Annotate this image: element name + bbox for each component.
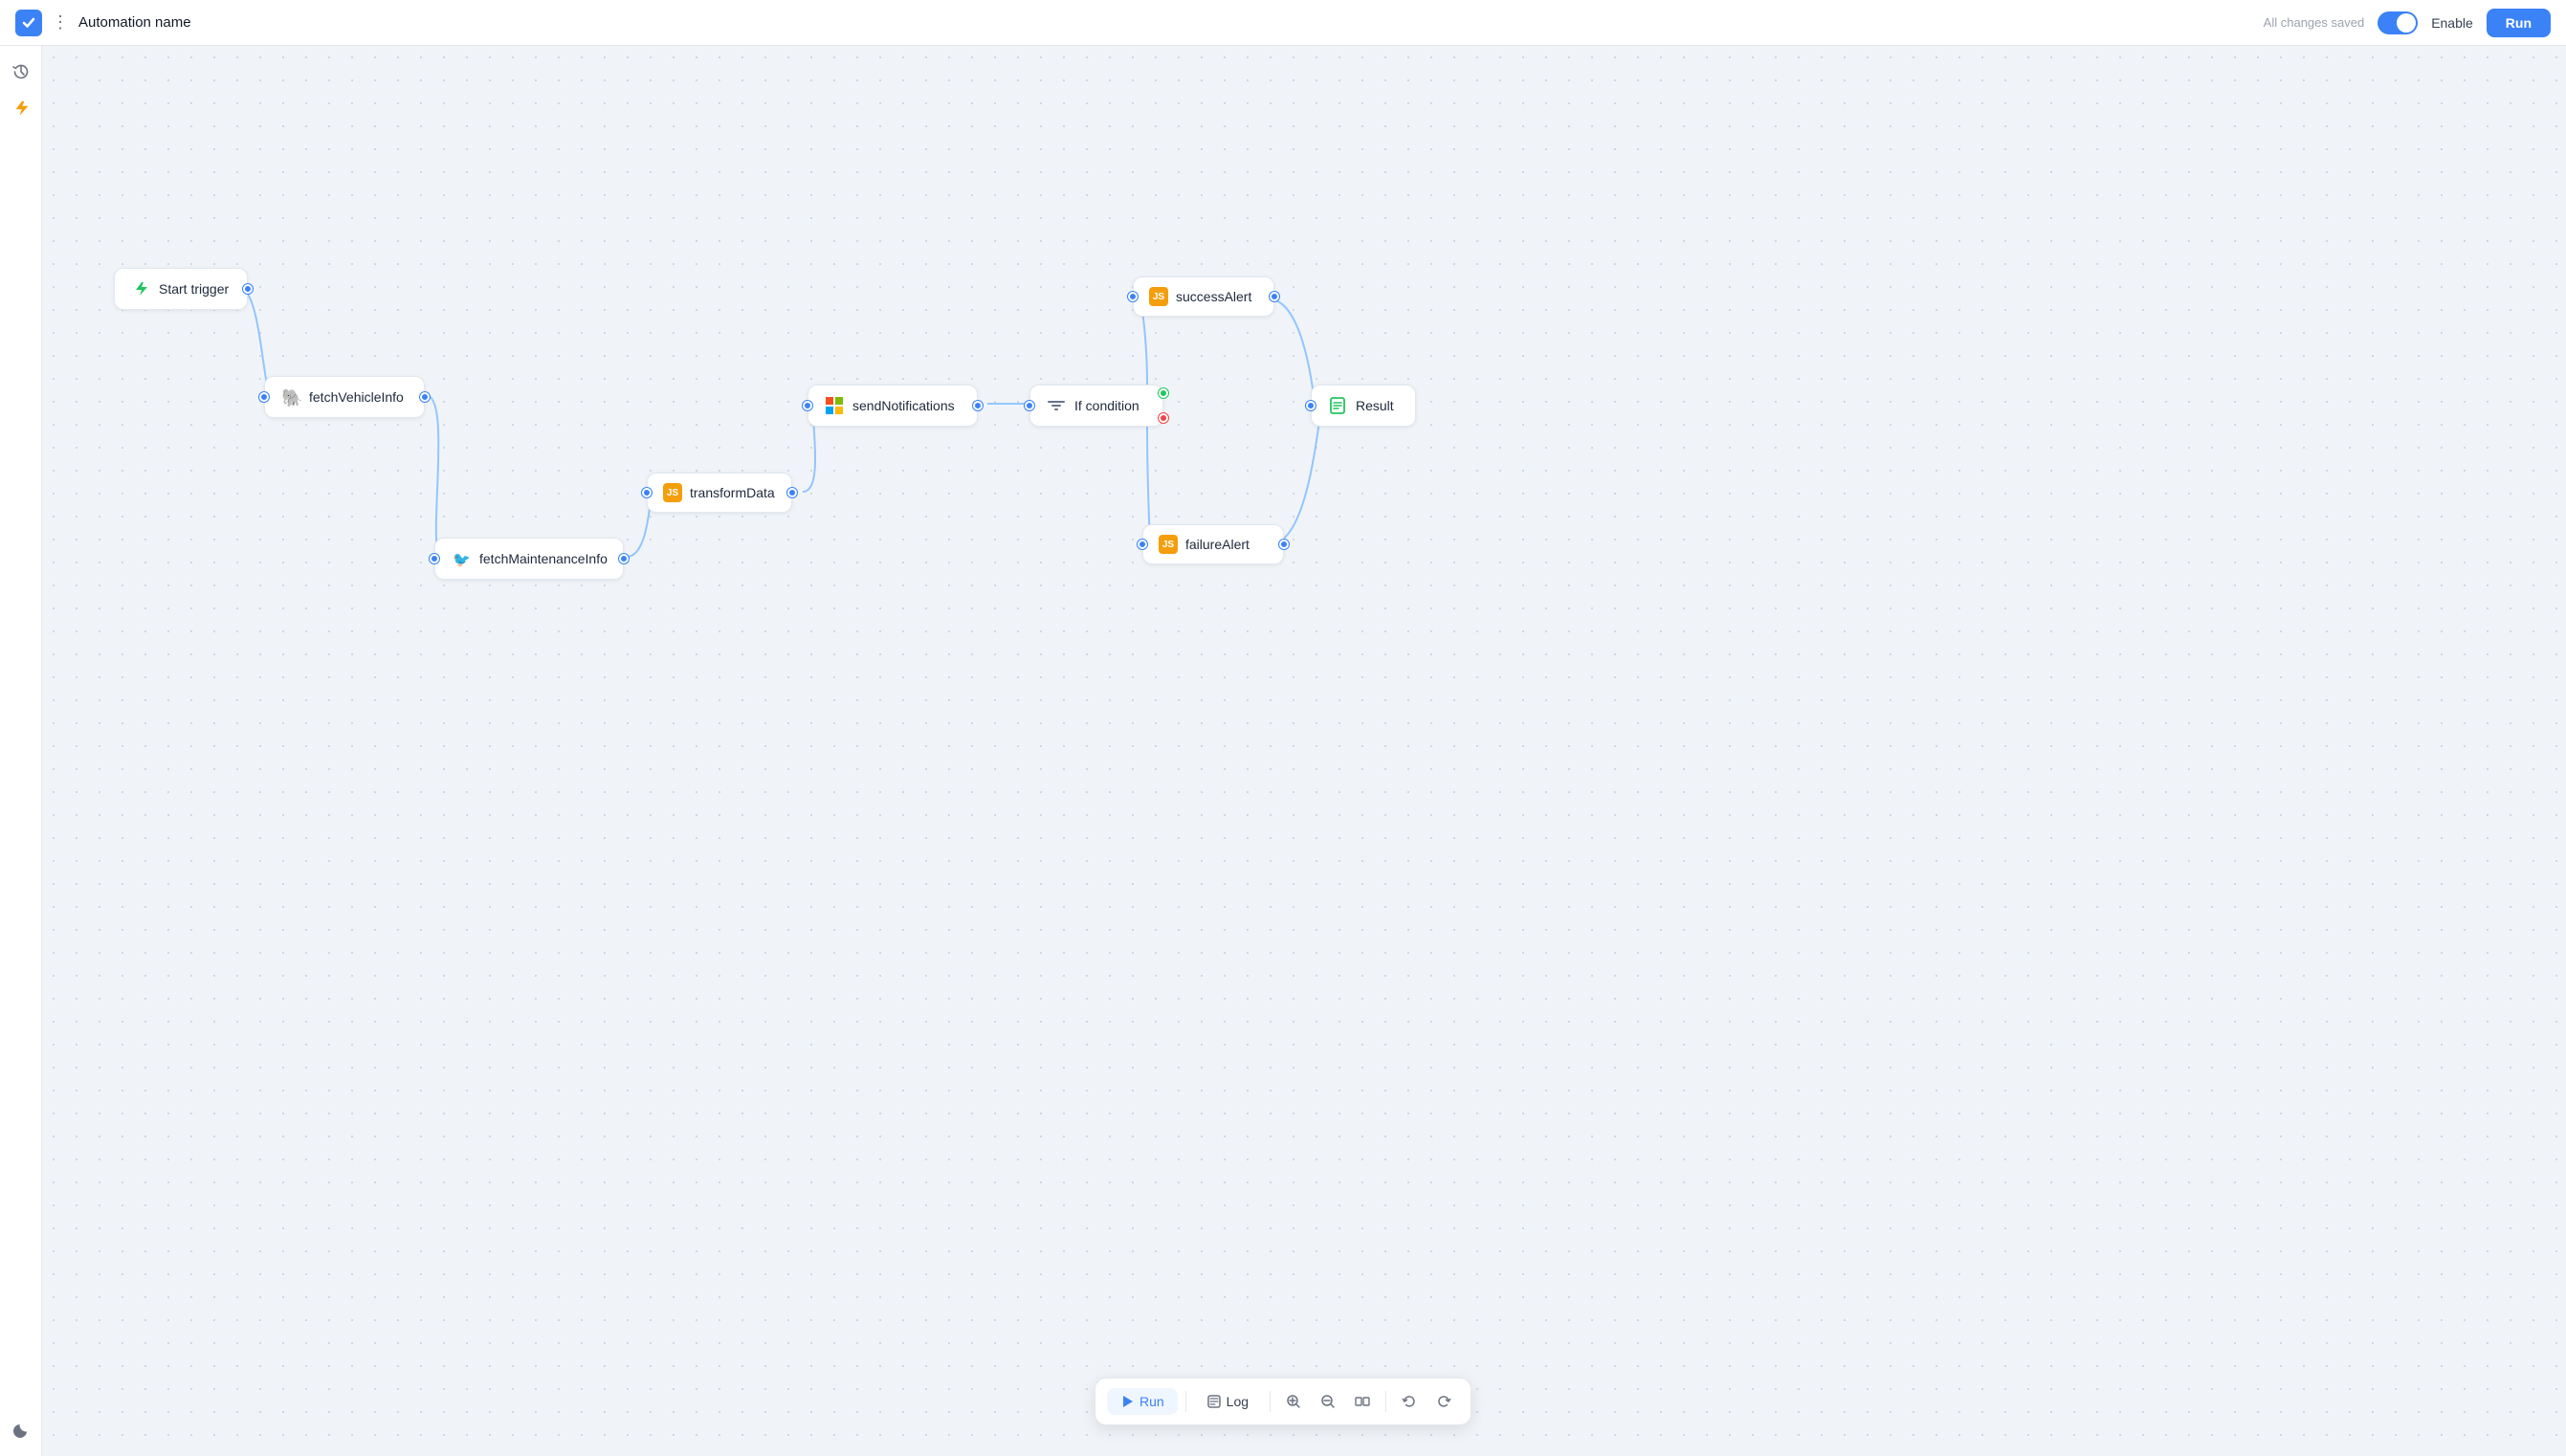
zoom-out-button[interactable]: [1313, 1386, 1343, 1417]
toolbar-run-button[interactable]: Run: [1107, 1388, 1178, 1415]
start-trigger-icon: [130, 278, 151, 299]
sendNotifications-dot-left[interactable]: [803, 401, 812, 410]
undo-button[interactable]: [1394, 1386, 1425, 1417]
result-label: Result: [1356, 398, 1394, 413]
header-left: ⋮ Automation name: [15, 10, 191, 36]
failureAlert-dot-right[interactable]: [1279, 540, 1289, 549]
lightning-sidebar-icon[interactable]: [11, 98, 32, 119]
enable-label: Enable: [2431, 15, 2473, 31]
menu-dots[interactable]: ⋮: [52, 12, 69, 33]
sidebar: [0, 46, 42, 1456]
zoom-in-button[interactable]: [1278, 1386, 1309, 1417]
toolbar-run-label: Run: [1139, 1394, 1164, 1409]
toolbar-log-label: Log: [1227, 1394, 1249, 1409]
toolbar-log-button[interactable]: Log: [1194, 1388, 1262, 1415]
result-icon: [1327, 395, 1348, 416]
toolbar-sep-3: [1385, 1391, 1386, 1412]
start-trigger-dot-right[interactable]: [243, 284, 253, 294]
app-logo: [15, 10, 42, 36]
node-failureAlert[interactable]: JS failureAlert: [1142, 524, 1284, 564]
sendNotifications-dot-right[interactable]: [973, 401, 983, 410]
connections-svg: [42, 46, 2566, 1456]
fetchVehicleInfo-label: fetchVehicleInfo: [309, 389, 404, 405]
toolbar-sep-1: [1185, 1391, 1186, 1412]
fetchMaintenanceInfo-dot-right[interactable]: [619, 554, 629, 563]
fetchVehicleInfo-dot-left[interactable]: [259, 392, 269, 402]
successAlert-dot-left[interactable]: [1128, 292, 1138, 301]
start-trigger-label: Start trigger: [159, 281, 229, 297]
node-start-trigger[interactable]: Start trigger: [114, 268, 248, 310]
if-condition-dot-false[interactable]: [1159, 413, 1168, 423]
transformData-label: transformData: [690, 485, 775, 500]
if-condition-dot-left[interactable]: [1025, 401, 1034, 410]
successAlert-icon: JS: [1149, 287, 1168, 306]
svg-text:🐦: 🐦: [453, 552, 471, 568]
failureAlert-label: failureAlert: [1185, 537, 1250, 552]
bottom-toolbar: Run Log: [1095, 1378, 1471, 1425]
if-condition-dot-true[interactable]: [1159, 388, 1168, 398]
toolbar-sep-2: [1270, 1391, 1271, 1412]
theme-toggle-icon[interactable]: [11, 1420, 32, 1441]
sendNotifications-label: sendNotifications: [852, 398, 955, 413]
history-icon[interactable]: [11, 61, 32, 82]
node-sendNotifications[interactable]: sendNotifications: [807, 385, 978, 427]
result-dot-left[interactable]: [1306, 401, 1316, 410]
svg-text:🐘: 🐘: [281, 388, 301, 408]
fetchVehicleInfo-dot-right[interactable]: [420, 392, 430, 402]
transformData-dot-right[interactable]: [787, 488, 797, 497]
if-condition-icon: [1046, 395, 1067, 416]
run-button[interactable]: Run: [2487, 9, 2551, 37]
fetchMaintenanceInfo-dot-left[interactable]: [430, 554, 439, 563]
fetchMaintenanceInfo-icon: 🐦: [451, 548, 472, 569]
successAlert-label: successAlert: [1176, 289, 1251, 304]
node-result[interactable]: Result: [1311, 385, 1416, 427]
redo-button[interactable]: [1428, 1386, 1459, 1417]
failureAlert-dot-left[interactable]: [1138, 540, 1147, 549]
if-condition-label: If condition: [1074, 398, 1139, 413]
automation-name[interactable]: Automation name: [78, 14, 191, 31]
node-if-condition[interactable]: If condition: [1029, 385, 1163, 427]
failureAlert-icon: JS: [1159, 535, 1178, 554]
transformData-icon: JS: [663, 483, 682, 502]
header-right: All changes saved Enable Run: [2264, 9, 2551, 37]
save-status: All changes saved: [2264, 15, 2365, 30]
sendNotifications-icon: [824, 395, 845, 416]
workflow-canvas[interactable]: Start trigger 🐘 fetchVehicleInfo 🐦 fetch…: [42, 46, 2566, 1456]
fetchMaintenanceInfo-label: fetchMaintenanceInfo: [479, 551, 608, 566]
header: ⋮ Automation name All changes saved Enab…: [0, 0, 2566, 46]
node-fetchVehicleInfo[interactable]: 🐘 fetchVehicleInfo: [264, 376, 425, 418]
fetchVehicleInfo-icon: 🐘: [280, 386, 301, 408]
transformData-dot-left[interactable]: [642, 488, 652, 497]
node-fetchMaintenanceInfo[interactable]: 🐦 fetchMaintenanceInfo: [434, 538, 624, 580]
successAlert-dot-right[interactable]: [1270, 292, 1279, 301]
node-transformData[interactable]: JS transformData: [647, 473, 792, 513]
node-successAlert[interactable]: JS successAlert: [1133, 276, 1274, 317]
fit-view-button[interactable]: [1347, 1386, 1378, 1417]
enable-toggle[interactable]: [2378, 11, 2418, 34]
